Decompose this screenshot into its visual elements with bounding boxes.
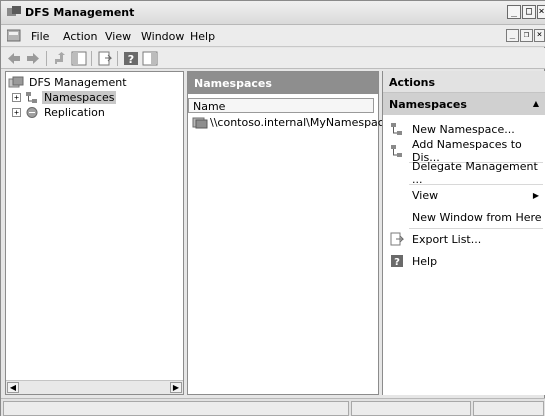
title-bar[interactable]: DFS Management _ □ × [1, 1, 545, 25]
submenu-arrow-icon: ▶ [532, 190, 539, 200]
horizontal-scrollbar[interactable]: ◀ ▶ [6, 380, 183, 394]
menu-bar: File Action View Window Help _ ❐ × [1, 25, 545, 47]
toolbar-separator [46, 51, 47, 66]
close-button[interactable]: × [537, 5, 545, 19]
tree-label-replication: Replication [44, 105, 105, 119]
actions-pane-title: Actions [383, 71, 545, 93]
action-export-list[interactable]: Export List... [383, 228, 545, 250]
toolbar-separator [117, 51, 118, 66]
namespace-path: \\contoso.internal\MyNamespace [210, 116, 391, 129]
add-namespace-icon [391, 145, 402, 157]
tree-item-root[interactable]: DFS Management [8, 75, 129, 89]
action-label: Help [412, 254, 438, 268]
status-cell-main [3, 401, 349, 416]
child-minimize-button[interactable]: _ [506, 29, 519, 42]
console-tree: DFS Management + Namespaces + Replicatio… [5, 71, 184, 395]
tree-label-namespaces: Namespaces [42, 90, 117, 104]
action-label: New Window from Here [412, 210, 542, 224]
action-label: Delegate Management ... [412, 160, 538, 186]
menu-help[interactable]: Help [190, 30, 215, 43]
namespace-list-item[interactable]: \\contoso.internal\MyNamespace [192, 116, 391, 129]
svg-text:?: ? [128, 53, 134, 66]
menu-action[interactable]: Action [63, 30, 97, 43]
action-add-namespaces[interactable]: Add Namespaces to Dis... [383, 138, 545, 164]
back-arrow-icon[interactable] [6, 51, 22, 66]
forward-arrow-icon[interactable] [25, 51, 41, 66]
help-icon[interactable]: ? [123, 51, 139, 66]
show-hide-action-pane-icon[interactable] [142, 51, 158, 66]
collapse-caret-icon[interactable]: ▲ [533, 99, 539, 108]
action-help[interactable]: ? Help [383, 250, 545, 272]
child-restore-button[interactable]: ❐ [520, 29, 533, 42]
results-pane: Namespaces Name \\contoso.internal\MyNam… [187, 71, 391, 395]
dfs-app-icon [7, 6, 21, 16]
action-delegate-management[interactable]: Delegate Management ... [383, 160, 545, 186]
action-label: New Namespace... [412, 122, 515, 136]
dfs-root-icon [8, 76, 24, 87]
minimize-button[interactable]: _ [507, 5, 521, 19]
toolbar-separator [91, 51, 92, 66]
scroll-right-arrow[interactable]: ▶ [170, 382, 182, 393]
actions-section-label: Namespaces [389, 98, 467, 111]
actions-pane: Actions Namespaces ▲ New Namespace... Ad… [382, 71, 545, 395]
column-header-name[interactable]: Name [188, 98, 374, 113]
console-icon[interactable] [7, 29, 21, 42]
child-close-button[interactable]: × [534, 29, 545, 42]
action-new-namespace[interactable]: New Namespace... [383, 118, 545, 140]
dfs-management-window: DFS Management _ □ × File Action View Wi… [0, 0, 545, 416]
tree-item-namespaces[interactable]: + Namespaces [12, 90, 117, 104]
show-hide-tree-icon[interactable] [71, 51, 87, 66]
menu-view[interactable]: View [105, 30, 131, 43]
actions-section-namespaces[interactable]: Namespaces ▲ [383, 93, 545, 115]
export-list-icon [390, 232, 404, 246]
status-cell-right [473, 401, 544, 416]
window-title: DFS Management [25, 6, 135, 19]
scroll-left-arrow[interactable]: ◀ [7, 382, 19, 393]
export-list-icon[interactable] [97, 51, 113, 66]
results-pane-header: Namespaces [188, 72, 378, 94]
tree-item-replication[interactable]: + Replication [12, 105, 107, 119]
action-view[interactable]: View ▶ [383, 184, 545, 206]
expand-toggle[interactable]: + [12, 92, 21, 102]
action-new-window[interactable]: New Window from Here [383, 206, 545, 228]
expand-toggle[interactable]: + [12, 107, 21, 117]
new-namespace-icon [391, 123, 402, 135]
maximize-button[interactable]: □ [522, 5, 536, 19]
svg-text:?: ? [394, 257, 400, 268]
up-one-level-icon[interactable] [52, 51, 68, 66]
menu-file[interactable]: File [31, 30, 49, 43]
help-icon: ? [391, 255, 403, 268]
action-label: Export List... [412, 232, 482, 246]
toolbar: ? [1, 48, 545, 69]
status-cell-middle [351, 401, 471, 416]
namespaces-icon [26, 91, 37, 103]
action-label: View [412, 188, 439, 202]
menu-window[interactable]: Window [141, 30, 184, 43]
status-bar [1, 398, 545, 416]
namespace-item-icon [192, 117, 208, 129]
replication-icon [26, 106, 38, 118]
tree-label-root: DFS Management [29, 75, 127, 89]
